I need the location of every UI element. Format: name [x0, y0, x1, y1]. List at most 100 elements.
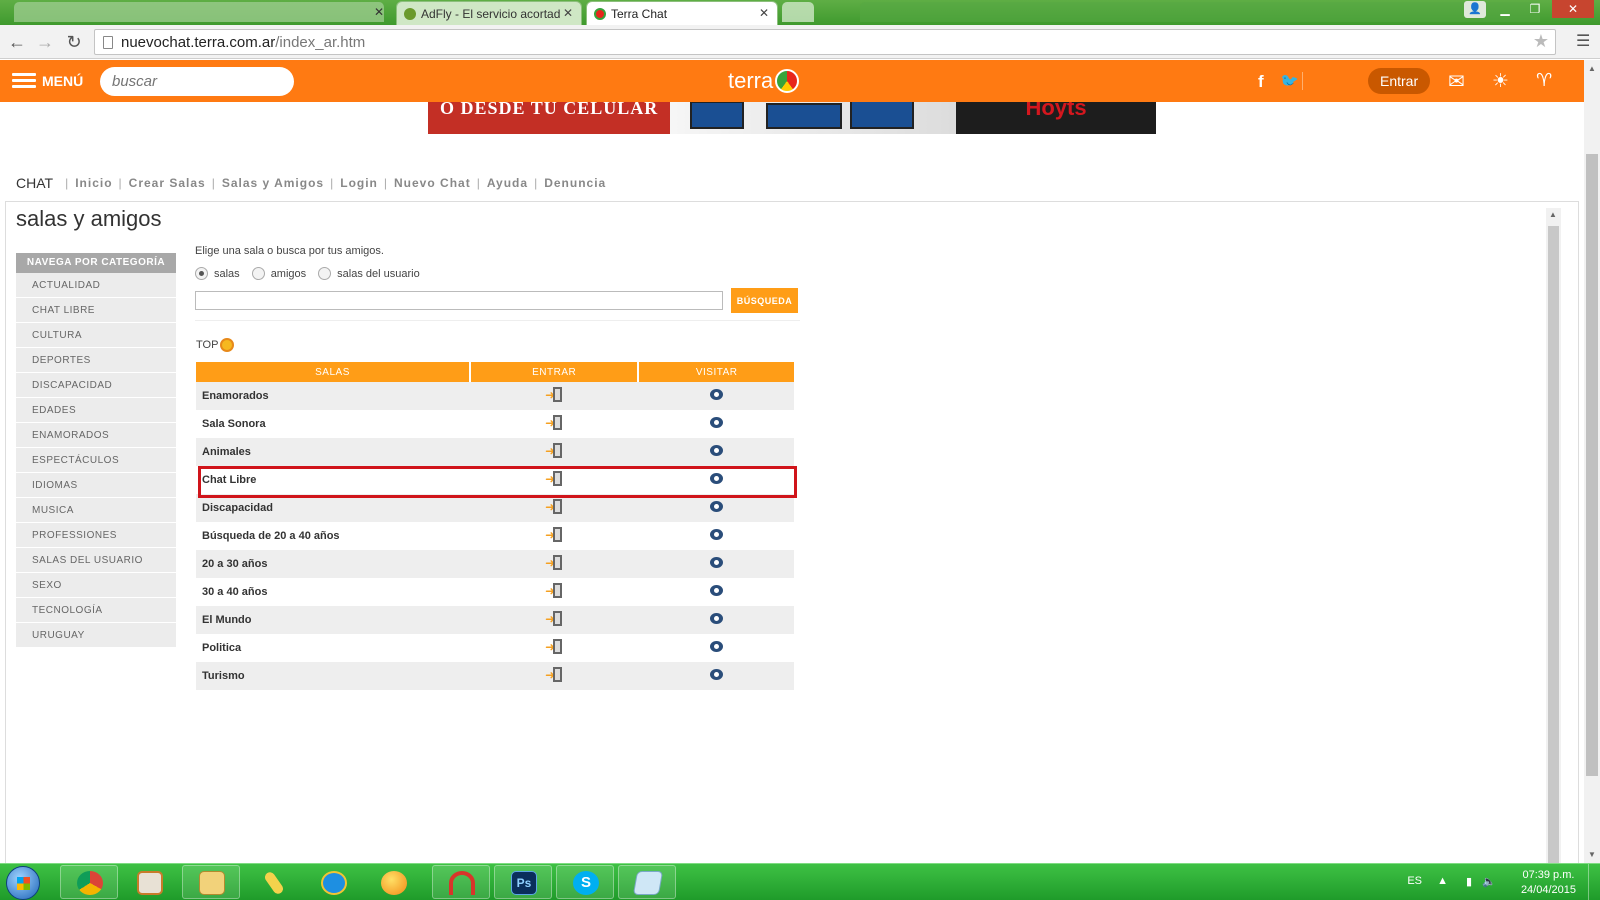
nav-link-denuncia[interactable]: Denuncia: [544, 176, 606, 190]
login-button[interactable]: Entrar: [1368, 68, 1431, 94]
taskbar-app-file-explorer[interactable]: [182, 865, 240, 899]
scroll-up-arrow-icon[interactable]: ▲: [1549, 210, 1557, 219]
table-row[interactable]: Búsqueda de 20 a 40 años ➜: [196, 522, 794, 550]
user-profile-icon[interactable]: 👤: [1464, 1, 1486, 18]
enter-room-icon[interactable]: ➜: [545, 638, 563, 655]
table-row[interactable]: Enamorados ➜: [196, 382, 794, 410]
sidebar-item-tecnologia[interactable]: TECNOLOGÍA: [16, 598, 176, 623]
table-row[interactable]: Chat Libre ➜: [196, 466, 794, 494]
sidebar-item-cultura[interactable]: CULTURA: [16, 323, 176, 348]
room-name[interactable]: El Mundo: [196, 606, 470, 634]
taskbar-app-skype[interactable]: S: [556, 865, 614, 899]
room-name[interactable]: Animales: [196, 438, 470, 466]
taskbar-app-chrome[interactable]: [60, 865, 118, 899]
minimize-icon[interactable]: ▁: [1492, 0, 1518, 18]
table-row[interactable]: 20 a 30 años ➜: [196, 550, 794, 578]
nav-link-login[interactable]: Login: [340, 176, 378, 190]
clock[interactable]: 07:39 p.m. 24/04/2015: [1521, 868, 1576, 898]
blurred-tab[interactable]: [14, 2, 384, 22]
taskbar-app-orange[interactable]: [364, 865, 422, 899]
scroll-down-arrow-icon[interactable]: ▼: [1588, 850, 1596, 859]
table-row[interactable]: Animales ➜: [196, 438, 794, 466]
address-bar[interactable]: nuevochat.terra.com.ar/index_ar.htm ★: [94, 29, 1556, 55]
start-button[interactable]: [6, 866, 40, 900]
table-row[interactable]: Sala Sonora ➜: [196, 410, 794, 438]
enter-room-icon[interactable]: ➜: [545, 442, 563, 459]
sidebar-item-enamorados[interactable]: ENAMORADOS: [16, 423, 176, 448]
horoscope-icon[interactable]: ♈: [1536, 70, 1552, 91]
enter-room-icon[interactable]: ➜: [545, 554, 563, 571]
nav-link-crear-salas[interactable]: Crear Salas: [129, 176, 206, 190]
sidebar-item-sexo[interactable]: SEXO: [16, 573, 176, 598]
visit-room-eye-icon[interactable]: [709, 669, 723, 680]
room-name[interactable]: Sala Sonora: [196, 410, 470, 438]
menu-button[interactable]: MENÚ: [12, 70, 83, 91]
enter-room-icon[interactable]: ➜: [545, 610, 563, 627]
reload-icon[interactable]: ↻: [63, 31, 85, 53]
sidebar-item-chat-libre[interactable]: CHAT LIBRE: [16, 298, 176, 323]
nav-link-inicio[interactable]: Inicio: [75, 176, 112, 190]
visit-room-eye-icon[interactable]: [709, 613, 723, 624]
radio-amigos[interactable]: amigos: [251, 267, 306, 280]
scroll-up-arrow-icon[interactable]: ▲: [1588, 64, 1596, 73]
taskbar-app-pencil[interactable]: [244, 865, 302, 899]
table-row[interactable]: 30 a 40 años ➜: [196, 578, 794, 606]
language-indicator[interactable]: ES: [1407, 875, 1422, 887]
room-name[interactable]: Enamorados: [196, 382, 470, 410]
taskbar-app-arc[interactable]: [432, 865, 490, 899]
room-name[interactable]: Búsqueda de 20 a 40 años: [196, 522, 470, 550]
visit-room-eye-icon[interactable]: [709, 557, 723, 568]
visit-room-eye-icon[interactable]: [709, 585, 723, 596]
nav-link-ayuda[interactable]: Ayuda: [487, 176, 528, 190]
sidebar-item-deportes[interactable]: DEPORTES: [16, 348, 176, 373]
table-row[interactable]: Discapacidad ➜: [196, 494, 794, 522]
tab-close-icon[interactable]: ✕: [759, 6, 769, 20]
show-desktop-button[interactable]: [1588, 864, 1600, 900]
new-tab-button[interactable]: [782, 2, 814, 22]
nav-link-nuevo-chat[interactable]: Nuevo Chat: [394, 176, 471, 190]
visit-room-eye-icon[interactable]: [709, 529, 723, 540]
window-close-icon[interactable]: ✕: [1552, 0, 1594, 18]
radio-button[interactable]: [195, 267, 208, 280]
sidebar-item-edades[interactable]: EDADES: [16, 398, 176, 423]
room-search-input[interactable]: [195, 291, 723, 310]
tray-expand-icon[interactable]: ▲: [1437, 875, 1448, 887]
enter-room-icon[interactable]: ➜: [545, 470, 563, 487]
twitter-icon[interactable]: 🐦: [1280, 72, 1299, 90]
table-row[interactable]: El Mundo ➜: [196, 606, 794, 634]
visit-room-eye-icon[interactable]: [709, 641, 723, 652]
maximize-icon[interactable]: ❐: [1522, 0, 1548, 18]
radio-salas[interactable]: salas: [195, 267, 240, 280]
hamburger-menu-icon[interactable]: ☰: [1576, 31, 1592, 51]
visit-room-eye-icon[interactable]: [709, 417, 723, 428]
room-name[interactable]: Turismo: [196, 662, 470, 690]
visit-room-eye-icon[interactable]: [709, 501, 723, 512]
sidebar-item-espectaculos[interactable]: ESPECTÁCULOS: [16, 448, 176, 473]
radio-button[interactable]: [251, 267, 265, 280]
taskbar-app-photoshop[interactable]: Ps: [494, 865, 552, 899]
room-name[interactable]: Politica: [196, 634, 470, 662]
tab-terra-chat[interactable]: Terra Chat ✕: [586, 1, 778, 25]
sidebar-item-actualidad[interactable]: ACTUALIDAD: [16, 273, 176, 298]
sidebar-item-idiomas[interactable]: IDIOMAS: [16, 473, 176, 498]
enter-room-icon[interactable]: ➜: [545, 498, 563, 515]
weather-icon[interactable]: ☀: [1492, 70, 1509, 93]
search-button[interactable]: BÚSQUEDA: [731, 288, 798, 313]
taskbar-app-internet-explorer[interactable]: [304, 865, 362, 899]
scrollbar-thumb[interactable]: [1586, 154, 1598, 776]
tab-close-icon[interactable]: ✕: [563, 6, 573, 20]
table-row[interactable]: Politica ➜: [196, 634, 794, 662]
volume-icon[interactable]: 🔈: [1482, 875, 1496, 888]
page-scrollbar[interactable]: ▲ ▼: [1584, 60, 1600, 863]
search-input[interactable]: [100, 67, 294, 96]
panel-scrollbar[interactable]: ▲: [1546, 208, 1561, 863]
ad-banner[interactable]: O DESDE TU CELULAR Hoyts: [428, 102, 1156, 134]
network-icon[interactable]: ▮: [1466, 875, 1472, 888]
room-name[interactable]: Discapacidad: [196, 494, 470, 522]
forward-arrow-icon[interactable]: →: [34, 31, 56, 53]
taskbar-app-notepad[interactable]: [618, 865, 676, 899]
room-name[interactable]: Chat Libre: [196, 466, 470, 494]
tab-adfly[interactable]: AdFly - El servicio acortad ✕: [396, 1, 582, 25]
back-arrow-icon[interactable]: ←: [6, 31, 28, 53]
terra-logo[interactable]: terra: [728, 68, 800, 94]
